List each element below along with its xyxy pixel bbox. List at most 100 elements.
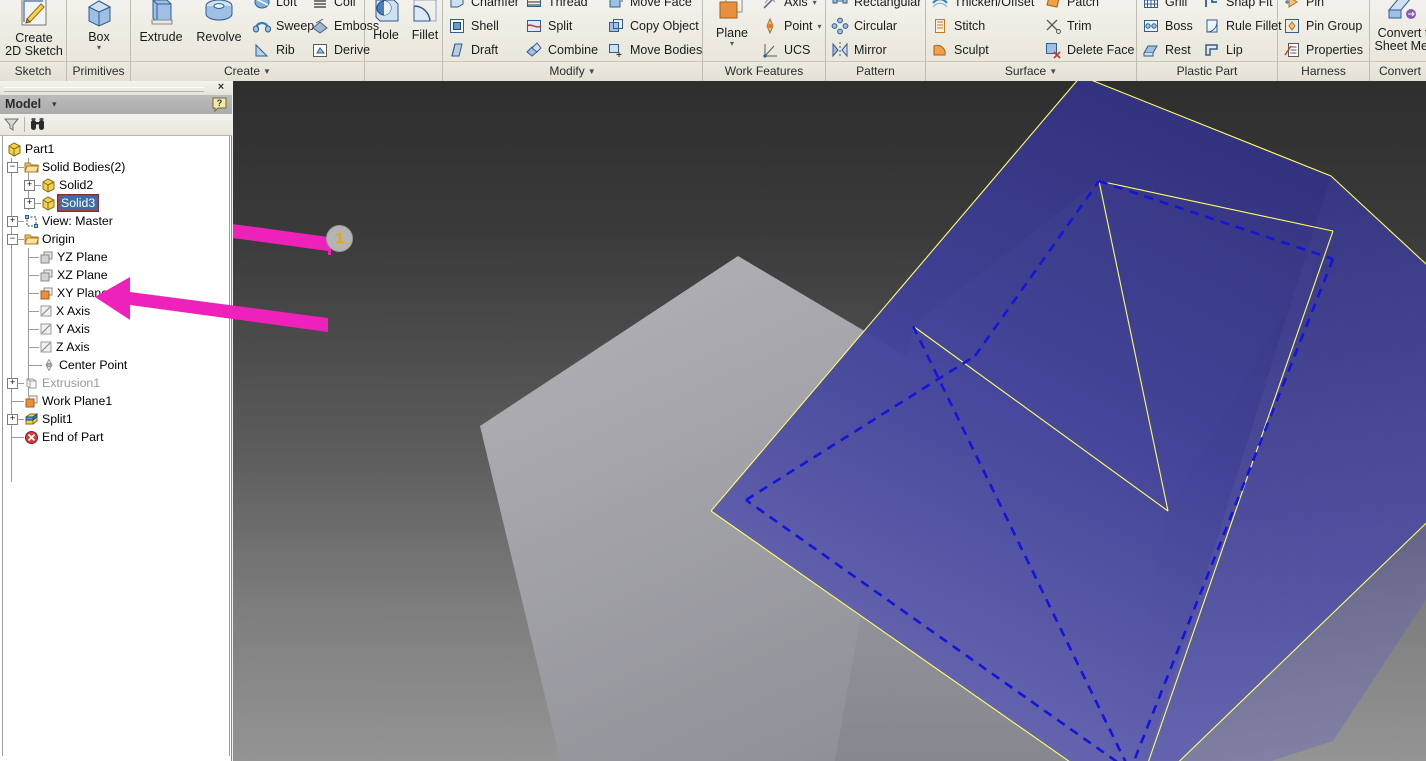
move-face-icon (607, 0, 625, 11)
pin-group-item[interactable]: Pin Group (1283, 16, 1362, 36)
shell-item[interactable]: Shell (448, 16, 499, 36)
ribbon-panel-label-work-features: Work Features (703, 61, 825, 81)
sweep-icon (253, 17, 271, 35)
rectangular-pattern-label: Rectangular (854, 0, 922, 9)
rib-item[interactable]: Rib (253, 40, 295, 60)
surface-panel-caret[interactable]: ▼ (1049, 67, 1057, 76)
axis-label: Axis (784, 0, 808, 9)
move-bodies-item[interactable]: Move Bodies (607, 40, 702, 60)
ucs-icon (761, 41, 779, 59)
rib-icon (253, 41, 271, 59)
plane-dropdown-caret[interactable]: ▾ (706, 40, 758, 48)
point-dropdown-caret[interactable]: ▾ (818, 22, 822, 31)
axis-item[interactable]: Axis ▾ (761, 0, 817, 12)
snap-fit-label: Snap Fit (1226, 0, 1273, 9)
properties-item[interactable]: Properties (1283, 40, 1363, 60)
thicken-offset-icon (931, 0, 949, 11)
grill-item[interactable]: Grill (1142, 0, 1187, 12)
sweep-item[interactable]: Sweep (253, 16, 314, 36)
sculpt-item[interactable]: Sculpt (931, 40, 989, 60)
ucs-label: UCS (784, 43, 811, 57)
patch-icon (1044, 0, 1062, 11)
ribbon-panel-label-primitives: Primitives (67, 61, 130, 81)
extrude-label: Extrude (139, 30, 183, 44)
create-2d-sketch-button[interactable]: Create 2D Sketch (4, 0, 64, 58)
fillet-button[interactable]: Fillet (405, 0, 445, 42)
grill-icon (1142, 0, 1160, 11)
circular-pattern-item[interactable]: Circular (831, 16, 897, 36)
boss-icon (1142, 17, 1160, 35)
rectangular-pattern-item[interactable]: Rectangular (831, 0, 921, 12)
move-bodies-label: Move Bodies (630, 43, 703, 57)
derive-item[interactable]: Derive (311, 40, 370, 60)
box-button[interactable]: Box ▾ (71, 0, 127, 52)
ribbon-panel-convert: Convert t Sheet Met Convert (1370, 0, 1426, 81)
ribbon-panel-pattern: Rectangular Circular Mirror Pattern (826, 0, 926, 81)
ribbon-panel-work-features: Plane ▾ Axis ▾ Point ▾ UCS Work Features (703, 0, 826, 81)
chamfer-item[interactable]: Chamfer (448, 0, 519, 12)
split-item[interactable]: Split (525, 16, 572, 36)
combine-item[interactable]: Combine (525, 40, 598, 60)
coil-icon (311, 0, 329, 11)
combine-icon (525, 41, 543, 59)
properties-icon (1283, 41, 1301, 59)
ribbon-panel-plastic-part: Grill Boss Rest Snap Fit Rule Fillet Lip (1137, 0, 1282, 81)
hole-button[interactable]: Hole (365, 0, 407, 42)
snap-fit-item[interactable]: Snap Fit (1203, 0, 1273, 12)
trim-icon (1044, 17, 1062, 35)
plane-button[interactable]: Plane ▾ (706, 0, 758, 48)
pin-label: Pin (1306, 0, 1325, 9)
trim-item[interactable]: Trim (1044, 16, 1092, 36)
fillet-label: Fillet (411, 28, 439, 42)
convert-sheet-metal-icon (1386, 0, 1420, 24)
rest-icon (1142, 41, 1160, 59)
ribbon-panel-label-holefillet (365, 61, 442, 81)
boss-item[interactable]: Boss (1142, 16, 1193, 36)
stitch-label: Stitch (954, 19, 986, 33)
mirror-item[interactable]: Mirror (831, 40, 887, 60)
hole-icon (370, 0, 402, 26)
rule-fillet-item[interactable]: Rule Fillet (1203, 16, 1282, 36)
trim-label: Trim (1067, 19, 1092, 33)
loft-icon (253, 0, 271, 11)
point-item[interactable]: Point ▾ (761, 16, 822, 36)
axis-dropdown-caret[interactable]: ▾ (813, 0, 817, 7)
revolve-icon (202, 0, 236, 28)
fillet-icon (409, 0, 441, 26)
loft-item[interactable]: Loft (253, 0, 297, 12)
ribbon-panel-label-create[interactable]: Create ▼ (131, 61, 364, 81)
stitch-item[interactable]: Stitch (931, 16, 985, 36)
move-face-item[interactable]: Move Face (607, 0, 692, 12)
lip-item[interactable]: Lip (1203, 40, 1243, 60)
properties-label: Properties (1306, 43, 1363, 57)
ribbon-panel-label-pattern: Pattern (826, 61, 925, 81)
revolve-button[interactable]: Revolve (189, 0, 249, 44)
pin-item[interactable]: Pin (1283, 0, 1324, 12)
modify-panel-caret[interactable]: ▼ (588, 67, 596, 76)
combine-label: Combine (548, 43, 599, 57)
extrude-button[interactable]: Extrude (133, 0, 189, 44)
pin-group-icon (1283, 17, 1301, 35)
ribbon-panel-label-modify[interactable]: Modify ▼ (443, 61, 702, 81)
delete-face-item[interactable]: Delete Face (1044, 40, 1134, 60)
rest-item[interactable]: Rest (1142, 40, 1191, 60)
convert-label-2: Sheet Met (1374, 39, 1426, 53)
copy-object-item[interactable]: Copy Object (607, 16, 699, 36)
convert-to-sheet-metal-button[interactable]: Convert t Sheet Met (1370, 0, 1426, 53)
delete-face-label: Delete Face (1067, 43, 1135, 57)
ribbon-panel-sketch: Create 2D Sketch Sketch (0, 0, 67, 81)
box-dropdown-caret[interactable]: ▾ (71, 44, 127, 52)
draft-item[interactable]: Draft (448, 40, 498, 60)
shell-label: Shell (471, 19, 499, 33)
thicken-offset-label: Thicken/Offset (954, 0, 1035, 9)
ucs-item[interactable]: UCS (761, 40, 810, 60)
patch-item[interactable]: Patch (1044, 0, 1099, 12)
create-panel-caret[interactable]: ▼ (263, 67, 271, 76)
coil-item[interactable]: Coil (311, 0, 356, 12)
move-bodies-icon (607, 41, 625, 59)
ribbon-panel-label-surface[interactable]: Surface ▼ (926, 61, 1136, 81)
ribbon-panel-label-harness: Harness (1278, 61, 1369, 81)
hole-label: Hole (373, 28, 399, 42)
thread-item[interactable]: Thread (525, 0, 588, 12)
thicken-offset-item[interactable]: Thicken/Offset (931, 0, 1034, 12)
